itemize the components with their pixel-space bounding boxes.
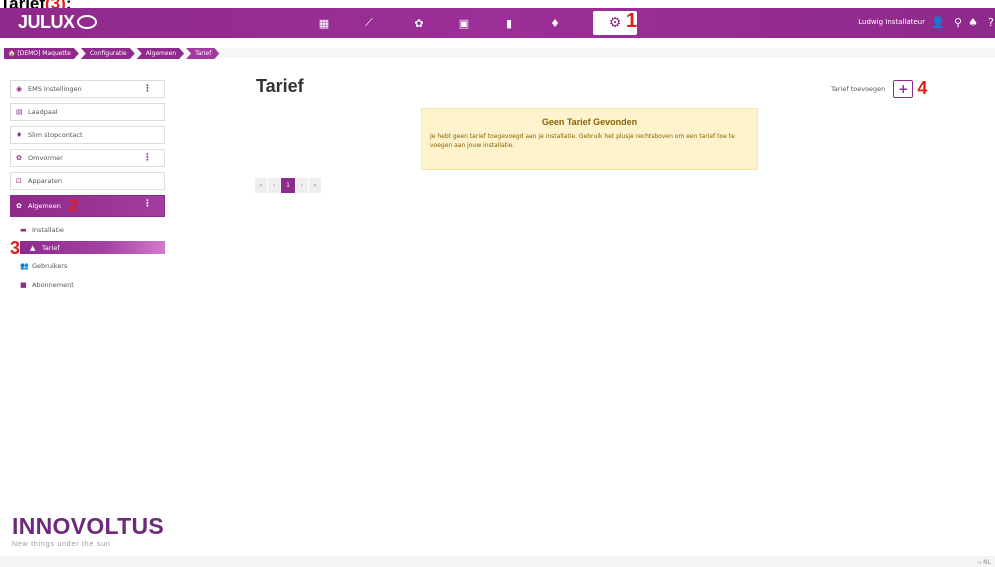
footer xyxy=(0,556,995,567)
devices-icon: ⊡ xyxy=(16,177,22,185)
breadcrumb-item-home[interactable]: 🏠 [DEMO] Maquette xyxy=(4,48,79,59)
more-icon[interactable]: ⋮ xyxy=(143,153,152,163)
brand-tagline: New things under the sun xyxy=(12,541,111,548)
breadcrumb-item-algemeen[interactable]: Algemeen xyxy=(137,48,184,59)
julux-logo[interactable]: JULUX xyxy=(18,12,97,33)
innovoltus-logo: INNOVOLTUS New things under the sun xyxy=(12,513,164,548)
installation-icon: ▬ xyxy=(20,225,27,234)
battery-icon: ▮ xyxy=(505,16,513,30)
breadcrumb: 🏠 [DEMO] Maquette Configuratie Algemeen … xyxy=(4,48,221,59)
pagination-first-button[interactable]: « xyxy=(255,178,267,193)
sidebar-subitem-installatie[interactable]: ▬ Installatie xyxy=(10,222,165,237)
meter-icon: ▣ xyxy=(458,16,470,30)
marker-2: 2 xyxy=(68,196,79,215)
plus-icon: + xyxy=(898,81,909,96)
sidebar-subitem-label: Abonnement xyxy=(32,280,74,289)
plug-icon: ♦ xyxy=(16,131,23,139)
sidebar-subitem-label: Installatie xyxy=(32,225,64,234)
pagination: « ‹ 1 › » xyxy=(255,178,322,193)
subscription-icon: ■ xyxy=(20,280,27,289)
sidebar-subitem-abonnement[interactable]: ■ Abonnement xyxy=(10,277,165,292)
logo-mark-icon xyxy=(76,15,97,29)
settings-icon: ⚙ xyxy=(608,15,622,31)
gear-icon: ✿ xyxy=(16,202,22,210)
sidebar-subitem-gebruikers[interactable]: 👥 Gebruikers xyxy=(10,258,165,273)
nav-brain-button[interactable]: ✿ xyxy=(400,11,438,35)
marker-4: 4 xyxy=(917,78,928,98)
sidebar-item-label: EMS Instellingen xyxy=(28,85,82,93)
sidebar-item-label: Algemeen xyxy=(28,202,61,210)
tariff-icon: ▲ xyxy=(30,243,36,252)
more-icon[interactable]: ⋮ xyxy=(143,84,152,94)
sidebar-subitem-tarief[interactable]: 3 ▲ Tarief xyxy=(10,238,165,258)
breadcrumb-item-configuratie[interactable]: Configuratie xyxy=(81,48,135,59)
ems-icon: ◉ xyxy=(16,85,23,93)
footer-text[interactable]: ⤷ NL xyxy=(978,559,991,567)
sidebar-item-label: Omvormer xyxy=(28,154,63,162)
sidebar-item-ems[interactable]: ◉ EMS Instellingen ⋮ xyxy=(10,80,165,98)
sidebar-item-apparaten[interactable]: ⊡ Apparaten xyxy=(10,172,165,190)
breadcrumb-item-tarief[interactable]: Tarief xyxy=(186,48,219,59)
brain-icon: ✿ xyxy=(414,16,424,30)
inverter-icon: ✿ xyxy=(16,154,22,162)
no-tariff-alert: Geen Tarief Gevonden Je hebt geen tarief… xyxy=(421,108,758,170)
brand-name: INNOVOLTUS xyxy=(12,513,165,539)
logo-text: JULUX xyxy=(18,12,75,32)
dashboard-icon: ▦ xyxy=(318,16,330,30)
sidebar-item-label: Slim stopcontact xyxy=(28,131,83,139)
search-icon[interactable]: ⚲ xyxy=(954,16,962,29)
caption: Tarief(3): xyxy=(0,0,72,13)
sidebar-item-slim-stopcontact[interactable]: ♦ Slim stopcontact xyxy=(10,126,165,144)
sidebar-item-label: Laadpaal xyxy=(28,108,58,116)
pagination-last-button[interactable]: » xyxy=(309,178,321,193)
nav-plug-button[interactable]: ♦ xyxy=(536,11,574,35)
pagination-next-button[interactable]: › xyxy=(296,178,308,193)
user-icon[interactable]: 👤 xyxy=(931,16,945,29)
help-icon[interactable]: ? xyxy=(988,16,994,29)
alert-title: Geen Tarief Gevonden xyxy=(541,117,638,127)
nav-chart-button[interactable]: ⟋ xyxy=(350,11,388,35)
sidebar-subitem-label: Tarief xyxy=(42,243,60,252)
charger-icon: ▤ xyxy=(16,108,23,116)
pagination-page-button[interactable]: 1 xyxy=(281,178,295,193)
add-tariff-group: Tarief toevoegen + 4 xyxy=(831,78,927,99)
nav-meter-button[interactable]: ▣ xyxy=(445,11,483,35)
marker-1: 1 xyxy=(626,10,638,32)
nav-dashboard-button[interactable]: ▦ xyxy=(305,11,343,35)
marker-3: 3 xyxy=(10,238,21,258)
users-icon: 👥 xyxy=(20,261,29,270)
user-name[interactable]: Ludwig Installateur xyxy=(858,18,925,26)
nav-battery-button[interactable]: ▮ xyxy=(490,11,528,35)
add-tariff-label: Tarief toevoegen xyxy=(831,84,886,93)
sidebar: ◉ EMS Instellingen ⋮ ▤ Laadpaal ♦ Slim stopc… xyxy=(10,80,165,296)
top-navbar: JULUX ▦ ⟋ ✿ ▣ ▮ ♦ ⚙ 1 Ludwig Installateu… xyxy=(0,8,995,38)
page-title: Tarief xyxy=(256,76,304,96)
sidebar-subitem-label: Gebruikers xyxy=(32,261,68,270)
chart-icon: ⟋ xyxy=(365,16,373,29)
alert-body: Je hebt geen tarief toegevoegd aan je in… xyxy=(430,133,735,149)
bell-icon[interactable]: ♠ xyxy=(968,16,978,29)
sidebar-item-label: Apparaten xyxy=(28,177,63,185)
pagination-prev-button[interactable]: ‹ xyxy=(268,178,280,193)
plug-icon: ♦ xyxy=(550,16,560,30)
add-tariff-button[interactable]: + xyxy=(893,79,914,98)
sidebar-item-algemeen[interactable]: ✿ Algemeen 2 ⋮ xyxy=(10,195,165,217)
sidebar-item-omvormer[interactable]: ✿ Omvormer ⋮ xyxy=(10,149,165,167)
more-icon[interactable]: ⋮ xyxy=(143,199,152,209)
sidebar-item-laadpaal[interactable]: ▤ Laadpaal xyxy=(10,103,165,121)
